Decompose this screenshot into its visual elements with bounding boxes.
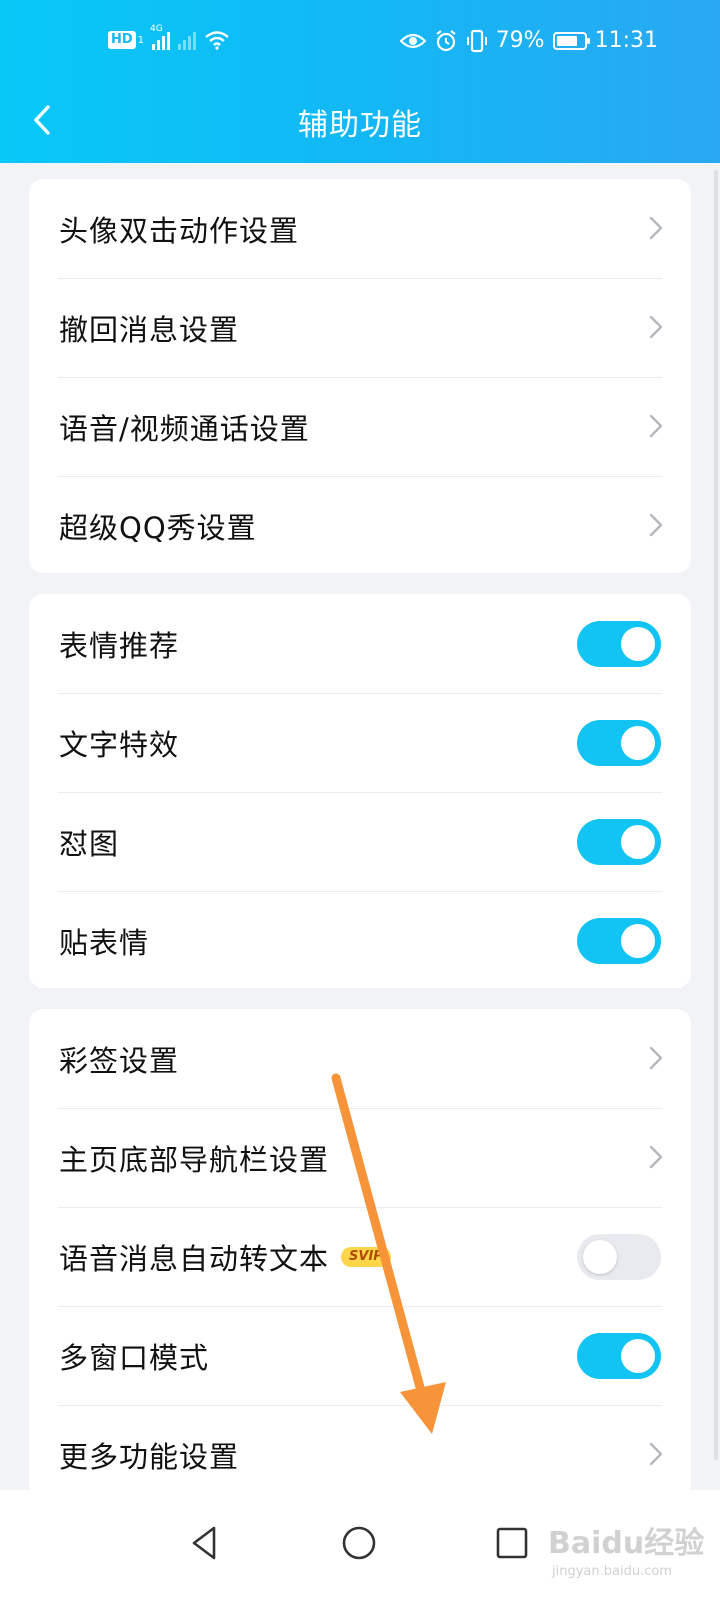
eye-icon (399, 33, 426, 48)
hd-sub-label: 1 (137, 34, 145, 46)
battery-icon (552, 31, 590, 50)
home-circle-icon[interactable] (336, 1520, 382, 1566)
chevron-right-icon (649, 1442, 663, 1466)
settings-row-home-nav-bar[interactable]: 主页底部导航栏设置 (29, 1108, 691, 1207)
sticker-recommend-toggle[interactable] (577, 621, 661, 667)
no-signal-icon (178, 30, 197, 50)
voice-to-text-toggle[interactable] (577, 1234, 661, 1280)
chevron-right-icon (649, 1145, 663, 1169)
row-label: 表情推荐 (59, 628, 180, 663)
meme-reply-toggle[interactable] (577, 819, 661, 865)
baidu-watermark: Baidu经验 jingyan.baidu.com (540, 1512, 712, 1592)
back-triangle-icon[interactable] (182, 1520, 228, 1566)
status-left: HD 1 4G (108, 24, 230, 50)
row-label: 更多功能设置 (59, 1439, 240, 1474)
alarm-icon (436, 29, 456, 51)
toggle-knob (621, 924, 655, 958)
watermark-text: Baidu经验 (548, 1526, 705, 1561)
scrollbar[interactable] (714, 170, 718, 1460)
toggle-knob (621, 825, 655, 859)
clock: 11:31 (594, 28, 658, 53)
row-label: 贴表情 (59, 925, 150, 960)
chevron-right-icon (649, 1046, 663, 1070)
multi-window-toggle[interactable] (577, 1333, 661, 1379)
settings-row-voice-video-call[interactable]: 语音/视频通话设置 (29, 377, 691, 476)
hd-icon: HD (108, 31, 136, 49)
settings-row-voice-to-text: 语音消息自动转文本 SVIP (29, 1207, 691, 1306)
signal-icon: 4G (150, 24, 171, 50)
page-title: 辅助功能 (298, 108, 422, 143)
chevron-right-icon (649, 513, 663, 537)
settings-row-recall-message[interactable]: 撤回消息设置 (29, 278, 691, 377)
network-type-label: 4G (150, 24, 163, 34)
row-label: 多窗口模式 (59, 1340, 210, 1375)
row-label: 文字特效 (59, 727, 180, 762)
row-label: 彩签设置 (59, 1043, 180, 1078)
settings-row-multi-window: 多窗口模式 (29, 1306, 691, 1405)
settings-row-color-tag[interactable]: 彩签设置 (29, 1009, 691, 1108)
text-effects-toggle[interactable] (577, 720, 661, 766)
vibrate-icon (466, 29, 487, 52)
svip-badge: SVIP (341, 1246, 391, 1267)
settings-row-super-qq-show[interactable]: 超级QQ秀设置 (29, 476, 691, 573)
settings-group-3: 彩签设置 主页底部导航栏设置 语音消息自动转文本 SVIP 多窗口模式 更多功能… (29, 1009, 691, 1529)
settings-row-meme-reply: 怼图 (29, 792, 691, 891)
row-label: 主页底部导航栏设置 (59, 1142, 330, 1177)
toggle-knob (621, 627, 655, 661)
settings-group-1: 头像双击动作设置 撤回消息设置 语音/视频通话设置 超级QQ秀设置 (29, 179, 691, 573)
chevron-right-icon (649, 315, 663, 339)
wifi-icon (205, 31, 229, 50)
stick-sticker-toggle[interactable] (577, 918, 661, 964)
row-label: 头像双击动作设置 (59, 213, 300, 248)
status-bar: HD 1 4G 79% 11:31 (0, 24, 720, 64)
row-label: 怼图 (59, 826, 120, 861)
row-label: 撤回消息设置 (59, 312, 240, 347)
settings-row-sticker-recommend: 表情推荐 (29, 594, 691, 693)
toggle-knob (621, 726, 655, 760)
chevron-right-icon (649, 216, 663, 240)
chevron-right-icon (649, 414, 663, 438)
toggle-knob (583, 1240, 617, 1274)
battery-percent: 79% (495, 28, 545, 53)
row-label: 超级QQ秀设置 (59, 510, 257, 545)
battery-fill (556, 35, 578, 46)
row-label: 语音/视频通话设置 (59, 411, 310, 446)
recents-square-icon[interactable] (489, 1520, 535, 1566)
title-bar: 辅助功能 (0, 90, 720, 150)
settings-group-2: 表情推荐 文字特效 怼图 贴表情 (29, 594, 691, 988)
settings-row-text-effects: 文字特效 (29, 693, 691, 792)
app-header: HD 1 4G 79% 11:31 辅助功能 (0, 0, 720, 163)
toggle-knob (621, 1339, 655, 1373)
settings-row-stick-sticker: 贴表情 (29, 891, 691, 988)
watermark-sub: jingyan.baidu.com (552, 1564, 672, 1579)
status-right: 79% 11:31 (399, 28, 658, 53)
row-label: 语音消息自动转文本 (59, 1241, 330, 1276)
settings-row-avatar-double-click[interactable]: 头像双击动作设置 (29, 179, 691, 278)
